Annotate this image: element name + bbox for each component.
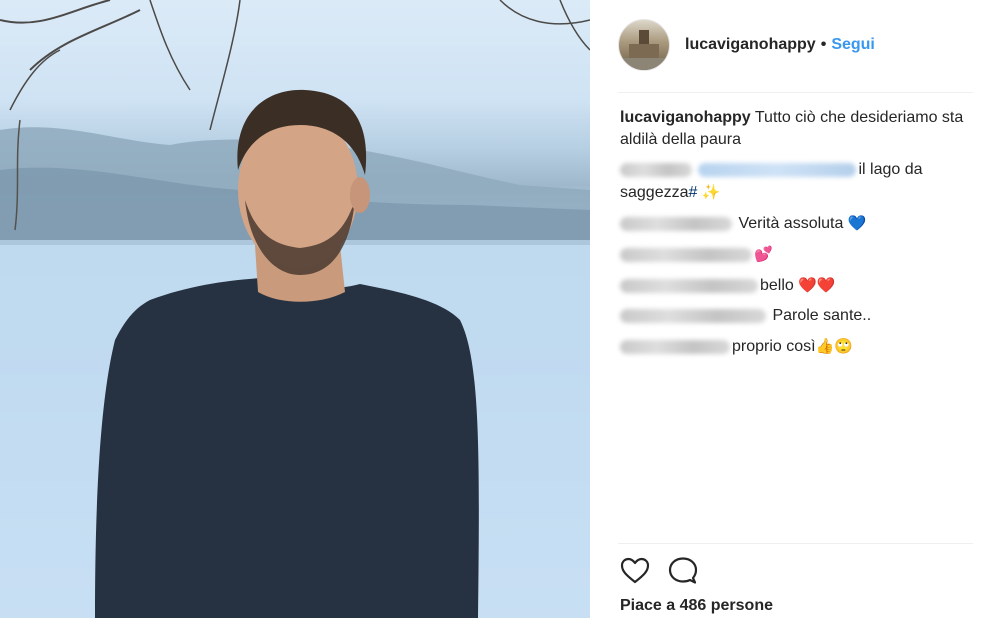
sparkles-icon: ✨ (701, 183, 721, 201)
hashtag-link[interactable]: # (689, 184, 698, 201)
photo-illustration (0, 0, 590, 618)
blurred-username (620, 216, 732, 231)
comment-text: bello (760, 277, 799, 294)
blurred-mention (698, 162, 857, 177)
header-username[interactable]: lucaviganohappy (685, 36, 816, 54)
red-hearts-icon: ❤️❤️ (798, 276, 836, 294)
avatar[interactable] (618, 19, 670, 71)
post-actions (620, 556, 698, 586)
blurred-username (620, 162, 692, 177)
blurred-username (620, 308, 766, 323)
caption-username[interactable]: lucaviganohappy (620, 109, 751, 126)
comments-list: lucaviganohappy Tutto ciò che desideriam… (620, 107, 975, 366)
blurred-username (620, 278, 758, 293)
follow-button[interactable]: Segui (831, 36, 875, 54)
comment-text: proprio così (732, 338, 816, 355)
speech-bubble-icon[interactable] (668, 556, 698, 586)
list-item: Parole sante.. (620, 305, 975, 327)
blue-heart-icon: 💙 (847, 214, 867, 232)
list-item: proprio così👍🙄 (620, 335, 975, 358)
separator-dot: • (820, 36, 827, 53)
two-hearts-icon: 💕 (754, 245, 773, 263)
heart-icon[interactable] (620, 556, 650, 586)
caption: lucaviganohappy Tutto ciò che desideriam… (620, 107, 975, 151)
list-item: Verità assoluta 💙 (620, 212, 975, 235)
comment-text: Verità assoluta (734, 215, 848, 232)
post-photo[interactable] (0, 0, 590, 618)
comment-text: Parole sante.. (768, 307, 872, 324)
post-header: lucaviganohappy • Segui (618, 18, 875, 72)
blurred-username (620, 247, 752, 262)
post-sidebar: lucaviganohappy • Segui lucaviganohappy … (590, 0, 1000, 618)
blurred-username (620, 339, 730, 354)
header-divider (618, 92, 973, 93)
thumbs-up-eyes-icon: 👍🙄 (815, 337, 853, 355)
list-item: 💕 (620, 243, 975, 266)
list-item: bello ❤️❤️ (620, 274, 975, 297)
instagram-post: lucaviganohappy • Segui lucaviganohappy … (0, 0, 1000, 618)
actions-divider (618, 543, 973, 544)
likes-count[interactable]: Piace a 486 persone (620, 597, 773, 615)
list-item: il lago da saggezza# ✨ (620, 159, 975, 204)
